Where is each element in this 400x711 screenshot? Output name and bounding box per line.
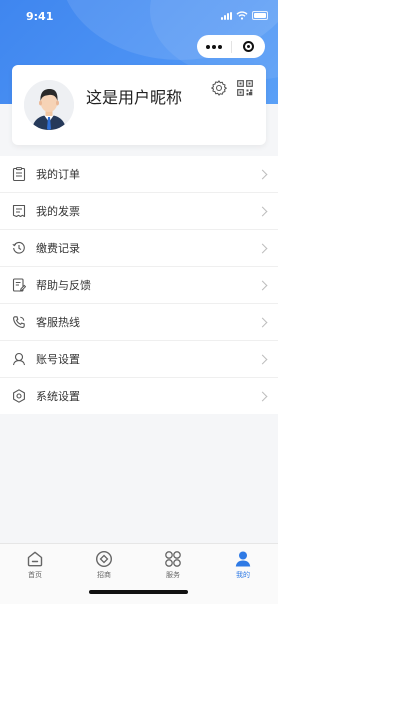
account-icon <box>12 352 26 366</box>
menu-item-payment-history[interactable]: 缴费记录 <box>0 230 278 267</box>
chevron-right-icon <box>257 169 268 179</box>
menu-item-label: 客服热线 <box>36 316 80 329</box>
tab-home[interactable]: 首页 <box>11 550 59 582</box>
menu-item-orders[interactable]: 我的订单 <box>0 156 278 193</box>
order-icon <box>12 167 26 181</box>
menu-item-label: 账号设置 <box>36 353 80 366</box>
qr-code-icon[interactable] <box>237 80 253 96</box>
status-bar: 9:41 <box>0 0 278 34</box>
menu-item-hotline[interactable]: 客服热线 <box>0 304 278 341</box>
target-icon <box>243 41 254 52</box>
chevron-right-icon <box>257 206 268 216</box>
status-time: 9:41 <box>26 10 54 23</box>
menu-item-help-feedback[interactable]: 帮助与反馈 <box>0 267 278 304</box>
profile-card: 这是用户昵称 <box>12 65 266 145</box>
system-settings-icon <box>13 389 25 403</box>
tab-label: 招商 <box>97 571 111 579</box>
chevron-right-icon <box>257 280 268 290</box>
menu-item-account-settings[interactable]: 账号设置 <box>0 341 278 378</box>
profile-icon <box>235 551 251 567</box>
avatar[interactable] <box>24 80 74 130</box>
tab-investment[interactable]: 招商 <box>80 550 128 582</box>
close-miniprogram-button[interactable] <box>232 35 265 58</box>
menu-item-system-settings[interactable]: 系统设置 <box>0 378 278 414</box>
tab-service[interactable]: 服务 <box>149 550 197 582</box>
chevron-right-icon <box>257 243 268 253</box>
miniprogram-capsule <box>197 35 265 58</box>
user-avatar-icon <box>24 80 74 130</box>
battery-icon <box>252 11 268 20</box>
phone-screen: 9:41 这是用户昵称 我的订单 我的发票 缴费记录 帮助与反馈 客服热线 账号… <box>0 0 278 604</box>
home-indicator <box>89 590 188 594</box>
menu-list: 我的订单 我的发票 缴费记录 帮助与反馈 客服热线 账号设置 系统设置 <box>0 156 278 414</box>
investment-icon <box>95 550 113 568</box>
home-icon <box>27 551 43 567</box>
service-icon <box>165 551 181 567</box>
tab-label: 首页 <box>28 571 42 579</box>
payment-history-icon <box>12 241 25 254</box>
menu-item-label: 缴费记录 <box>36 242 80 255</box>
chevron-right-icon <box>257 354 268 364</box>
invoice-icon <box>12 204 26 218</box>
menu-item-label: 帮助与反馈 <box>36 279 91 292</box>
wifi-icon <box>236 11 248 20</box>
tab-bar: 首页 招商 服务 我的 <box>0 543 278 604</box>
hotline-icon <box>13 316 25 328</box>
menu-item-invoices[interactable]: 我的发票 <box>0 193 278 230</box>
status-icons <box>221 11 268 20</box>
tab-label: 服务 <box>166 571 180 579</box>
chevron-right-icon <box>257 391 268 401</box>
help-feedback-icon <box>12 278 26 292</box>
signal-icon <box>221 11 232 20</box>
menu-item-label: 我的订单 <box>36 168 80 181</box>
more-menu-button[interactable] <box>197 35 231 58</box>
chevron-right-icon <box>257 317 268 327</box>
menu-item-label: 系统设置 <box>36 390 80 403</box>
gear-icon[interactable] <box>210 79 228 97</box>
user-nickname: 这是用户昵称 <box>86 88 183 107</box>
tab-profile[interactable]: 我的 <box>219 550 267 582</box>
tab-label: 我的 <box>236 571 250 579</box>
menu-item-label: 我的发票 <box>36 205 80 218</box>
